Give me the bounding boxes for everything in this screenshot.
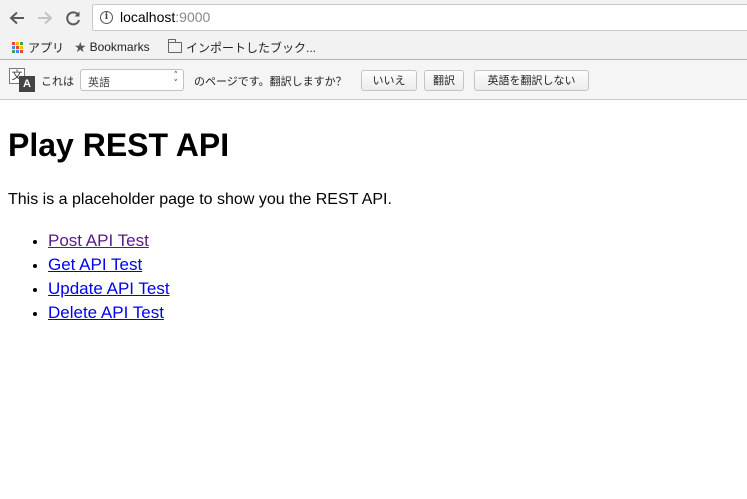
forward-arrow-icon: [38, 11, 53, 25]
bookmarks-bar: アプリ ★ Bookmarks インポートしたブック...: [0, 35, 747, 60]
translate-suffix: のページです。翻訳しますか？: [194, 75, 347, 88]
reload-icon: [66, 11, 80, 26]
bookmark-imported-label: インポートしたブック...: [186, 40, 317, 55]
page-content: Play REST API This is a placeholder page…: [8, 100, 738, 325]
translate-button[interactable]: 翻訳: [424, 70, 464, 91]
update-api-test-link[interactable]: Update API Test: [48, 279, 170, 298]
url-text: localhost:9000: [120, 9, 210, 25]
api-link-list: Post API Test Get API Test Update API Te…: [8, 229, 738, 325]
translate-prefix: これは: [41, 75, 74, 88]
url-port: :9000: [175, 9, 211, 25]
list-item: Get API Test: [48, 253, 738, 277]
never-translate-button[interactable]: 英語を翻訳しない: [474, 70, 589, 91]
forward-button[interactable]: [33, 6, 57, 30]
translate-bar: 文 A これは 英語 ˄ ˅ のページです。翻訳しますか？ いいえ 翻訳 英語を翻…: [0, 60, 747, 100]
translate-no-button[interactable]: いいえ: [361, 70, 417, 91]
star-icon: ★: [74, 38, 87, 55]
translate-icon: 文 A: [9, 68, 35, 92]
bookmark-apps-label: アプリ: [28, 40, 65, 55]
address-bar[interactable]: i localhost:9000: [92, 4, 747, 31]
page-intro: This is a placeholder page to show you t…: [8, 191, 392, 208]
page-title: Play REST API: [8, 127, 230, 163]
language-select[interactable]: 英語 ˄ ˅: [80, 69, 184, 91]
list-item: Post API Test: [48, 229, 738, 253]
get-api-test-link[interactable]: Get API Test: [48, 255, 142, 274]
select-chevron-icon: ˄ ˅: [173, 71, 179, 89]
back-arrow-icon: [9, 11, 24, 25]
folder-icon: [168, 38, 182, 53]
reload-button[interactable]: [61, 6, 85, 30]
bookmark-bookmarks-label: Bookmarks: [89, 40, 150, 54]
post-api-test-link[interactable]: Post API Test: [48, 231, 149, 250]
language-select-value: 英語: [88, 76, 110, 89]
apps-grid-icon: [12, 41, 23, 53]
back-button[interactable]: [5, 6, 29, 30]
bookmark-apps[interactable]: アプリ: [12, 38, 64, 56]
info-icon[interactable]: i: [100, 11, 113, 24]
bookmark-imported-folder[interactable]: インポートしたブック...: [168, 38, 316, 56]
url-host: localhost: [120, 9, 176, 25]
list-item: Delete API Test: [48, 301, 738, 325]
bookmark-bookmarks[interactable]: ★ Bookmarks: [74, 38, 150, 56]
list-item: Update API Test: [48, 277, 738, 301]
browser-toolbar: i localhost:9000: [0, 0, 747, 35]
delete-api-test-link[interactable]: Delete API Test: [48, 303, 164, 322]
